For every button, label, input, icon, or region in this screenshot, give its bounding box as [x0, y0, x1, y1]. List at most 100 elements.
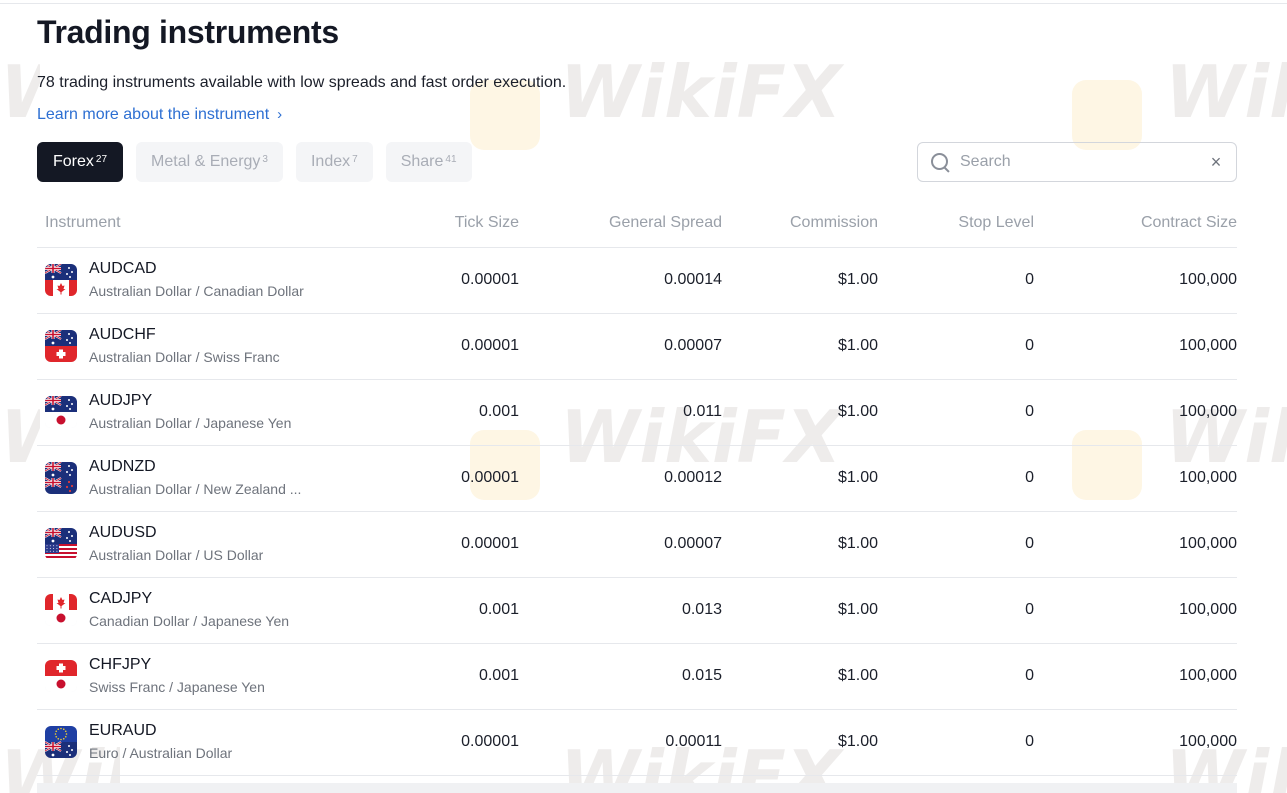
cell-general-spread: 0.00012 [519, 445, 722, 512]
cell-tick-size: 0.00001 [417, 709, 519, 776]
cell-tick-size: 0.00001 [417, 511, 519, 578]
cell-contract-size: 100,000 [1034, 577, 1237, 644]
tab-index[interactable]: Index 7 [295, 142, 373, 182]
cell-stop-level: 0 [878, 511, 1034, 578]
search-input[interactable] [960, 153, 1208, 171]
flag-eu-au-icon [45, 726, 77, 758]
watermark-text: WikiFX [0, 395, 40, 479]
tab-label: Index [310, 153, 351, 170]
instrument-name: Euro / Australian Dollar [89, 745, 233, 761]
instrument-symbol: CADJPY [89, 590, 153, 607]
search-icon [930, 152, 950, 172]
cell-tick-size: 0.001 [417, 379, 519, 446]
table-row[interactable]: CADJPY Canadian Dollar / Japanese Yen 0.… [37, 577, 1237, 644]
instrument-name: Swiss Franc / Japanese Yen [89, 679, 265, 695]
cell-contract-size: 100,000 [1034, 247, 1237, 314]
watermark-logo [1072, 80, 1142, 150]
flag-ch-jp-icon [45, 660, 77, 692]
cell-tick-size: 0.00001 [417, 247, 519, 314]
tab-count: 3 [262, 153, 268, 165]
cell-general-spread: 0.00014 [519, 247, 722, 314]
watermark-text: WikiFX [1165, 50, 1287, 134]
cell-stop-level: 0 [878, 445, 1034, 512]
table-row[interactable]: AUDJPY Australian Dollar / Japanese Yen … [37, 379, 1237, 446]
tab-count: 7 [352, 153, 358, 165]
instrument-name: Australian Dollar / Swiss Franc [89, 349, 280, 365]
instrument-name: Australian Dollar / US Dollar [89, 547, 264, 563]
cell-commission: $1.00 [722, 643, 878, 710]
column-header-tick-size[interactable]: Tick Size [417, 200, 519, 248]
flag-au-ch-icon [45, 330, 77, 362]
cell-tick-size: 0.00001 [417, 445, 519, 512]
cell-commission: $1.00 [722, 445, 878, 512]
cell-commission: $1.00 [722, 511, 878, 578]
instruments-table: Instrument Tick Size General Spread Comm… [37, 200, 1237, 776]
tab-label: Forex [53, 153, 94, 170]
category-tabs: Forex 27 Metal & Energy 3 Index 7 Share 41 [37, 142, 472, 182]
flag-au-jp-icon [45, 396, 77, 428]
tab-metal-energy[interactable]: Metal & Energy 3 [136, 142, 283, 182]
cell-tick-size: 0.00001 [417, 313, 519, 380]
tab-count: 41 [445, 153, 457, 165]
learn-more-link[interactable]: Learn more about the instrument › [37, 104, 282, 126]
flag-ca-jp-icon [45, 594, 77, 626]
search-box: × [917, 142, 1237, 182]
column-header-instrument[interactable]: Instrument [37, 200, 417, 248]
cell-stop-level: 0 [878, 643, 1034, 710]
cell-stop-level: 0 [878, 313, 1034, 380]
chevron-right-icon: › [277, 106, 283, 123]
cell-contract-size: 100,000 [1034, 643, 1237, 710]
tab-count: 27 [95, 153, 108, 165]
tab-share[interactable]: Share 41 [385, 142, 472, 182]
flag-au-ca-icon [45, 264, 77, 296]
column-header-general-spread[interactable]: General Spread [519, 200, 722, 248]
cell-general-spread: 0.015 [519, 643, 722, 710]
table-row[interactable]: AUDCAD Australian Dollar / Canadian Doll… [37, 247, 1237, 314]
instrument-symbol: AUDJPY [89, 392, 153, 409]
cell-general-spread: 0.00007 [519, 511, 722, 578]
table-row[interactable]: EURAUD Euro / Australian Dollar 0.00001 … [37, 709, 1237, 776]
tab-label: Metal & Energy [151, 153, 261, 170]
cell-commission: $1.00 [722, 247, 878, 314]
table-row[interactable]: AUDUSD Australian Dollar / US Dollar 0.0… [37, 511, 1237, 578]
top-divider [0, 3, 1287, 4]
cell-general-spread: 0.013 [519, 577, 722, 644]
cell-tick-size: 0.001 [417, 577, 519, 644]
cell-stop-level: 0 [878, 709, 1034, 776]
cell-instrument: AUDCAD Australian Dollar / Canadian Doll… [37, 247, 417, 314]
cell-contract-size: 100,000 [1034, 379, 1237, 446]
column-header-stop-level[interactable]: Stop Level [878, 200, 1034, 248]
cell-stop-level: 0 [878, 247, 1034, 314]
instrument-name: Australian Dollar / Japanese Yen [89, 415, 292, 431]
instrument-symbol: AUDUSD [89, 524, 157, 541]
instrument-symbol: AUDNZD [89, 458, 156, 475]
instrument-name: Australian Dollar / New Zealand ... [89, 481, 302, 497]
watermark-text: WikiFX [0, 50, 40, 134]
cell-instrument: CHFJPY Swiss Franc / Japanese Yen [37, 643, 417, 710]
table-row[interactable]: CHFJPY Swiss Franc / Japanese Yen 0.001 … [37, 643, 1237, 710]
table-row[interactable]: AUDCHF Australian Dollar / Swiss Franc 0… [37, 313, 1237, 380]
page-header: Trading instruments 78 trading instrumen… [37, 12, 566, 126]
page-title: Trading instruments [37, 14, 339, 50]
cell-instrument: AUDCHF Australian Dollar / Swiss Franc [37, 313, 417, 380]
cell-contract-size: 100,000 [1034, 445, 1237, 512]
close-icon[interactable]: × [1208, 152, 1224, 173]
cell-contract-size: 100,000 [1034, 709, 1237, 776]
learn-more-label: Learn more about the instrument [37, 106, 270, 123]
cell-commission: $1.00 [722, 709, 878, 776]
cell-instrument: AUDUSD Australian Dollar / US Dollar [37, 511, 417, 578]
table-row[interactable]: AUDNZD Australian Dollar / New Zealand .… [37, 445, 1237, 512]
cell-instrument: CADJPY Canadian Dollar / Japanese Yen [37, 577, 417, 644]
watermark-text: WikiFX [560, 50, 842, 134]
column-header-commission[interactable]: Commission [722, 200, 878, 248]
cell-general-spread: 0.011 [519, 379, 722, 446]
instrument-symbol: AUDCHF [89, 326, 156, 343]
tab-label: Share [400, 153, 444, 170]
tab-forex[interactable]: Forex 27 [37, 142, 124, 182]
cell-stop-level: 0 [878, 379, 1034, 446]
column-header-contract-size[interactable]: Contract Size [1034, 200, 1237, 248]
instrument-name: Australian Dollar / Canadian Dollar [89, 283, 304, 299]
page-subtitle: 78 trading instruments available with lo… [37, 74, 567, 91]
flag-au-nz-icon [45, 462, 77, 494]
instrument-symbol: AUDCAD [89, 260, 157, 277]
